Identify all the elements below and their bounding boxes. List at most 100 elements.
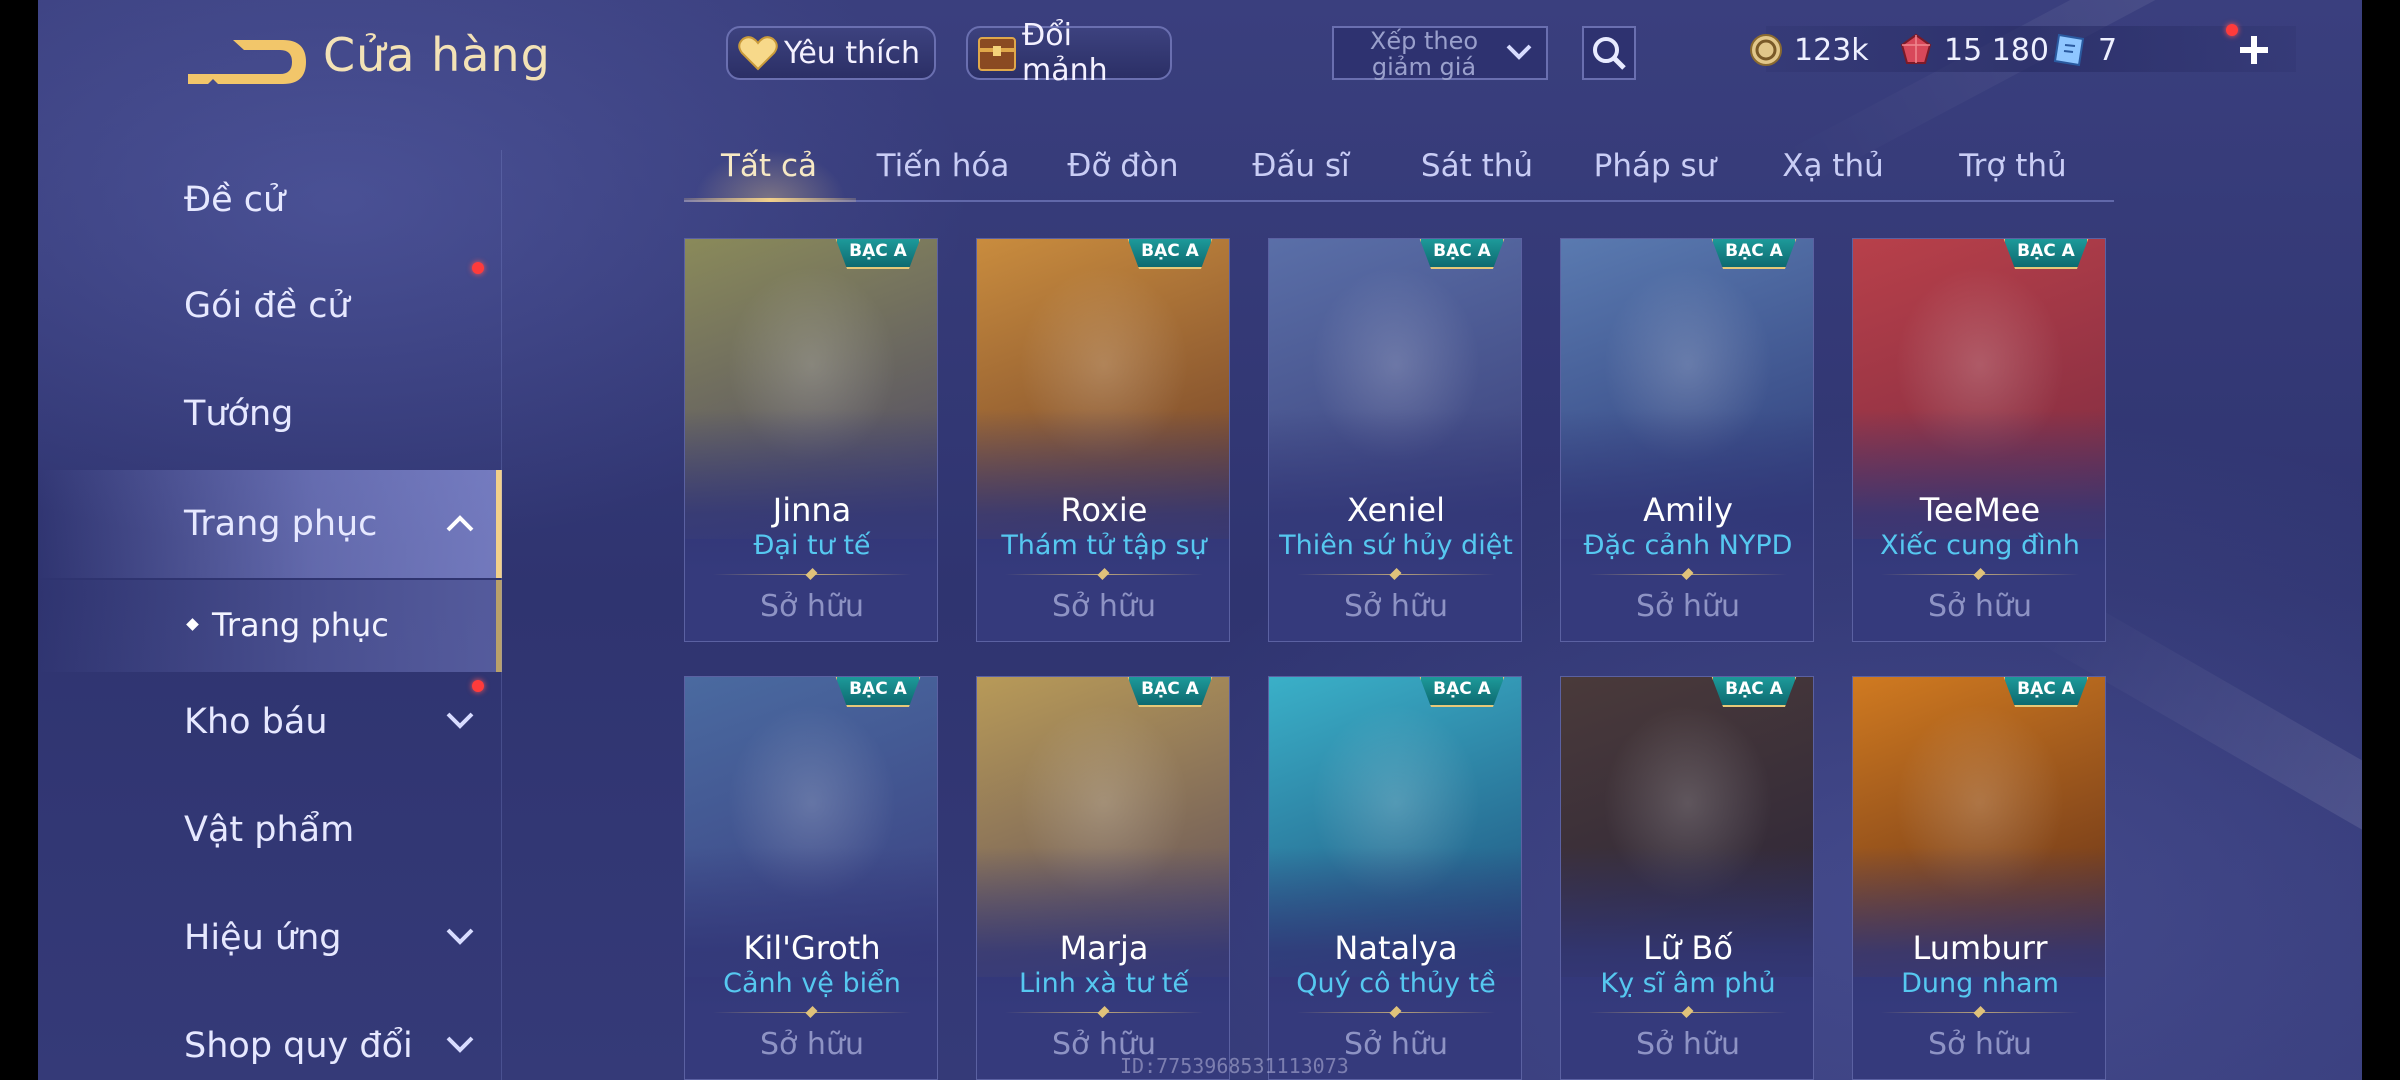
back-button[interactable] — [188, 32, 318, 92]
sidebar-item-exchange-shop[interactable]: Shop quy đổi — [38, 996, 502, 1080]
skin-name: Cảnh vệ biển — [723, 968, 901, 999]
sidebar: Đề cử Gói đề cử Tướng Trang phục Trang p… — [38, 150, 502, 1080]
sidebar-item-label: Trang phục — [184, 504, 378, 544]
rank-badge: BẠC A — [835, 677, 921, 707]
rank-badge: BẠC A — [1419, 677, 1505, 707]
owned-status: Sở hữu — [1928, 1027, 2032, 1062]
rank-badge: BẠC A — [2003, 677, 2089, 707]
chevron-down-icon — [1506, 44, 1532, 60]
skin-card[interactable]: BẠC A Marja Linh xà tư tế Sở hữu — [976, 676, 1230, 1080]
sidebar-item-effects[interactable]: Hiệu ứng — [38, 888, 502, 988]
hero-name: Natalya — [1334, 929, 1458, 967]
skin-name: Kỵ sĩ âm phủ — [1600, 968, 1776, 999]
gold-amount: 123k — [1794, 32, 1869, 68]
skin-name: Thám tử tập sự — [1001, 530, 1207, 561]
shard-exchange-button[interactable]: Đổi mảnh — [966, 18, 1172, 88]
rank-badge: BẠC A — [1711, 677, 1797, 707]
sidebar-item-label: Shop quy đổi — [184, 1026, 413, 1066]
skin-card[interactable]: BẠC A Roxie Thám tử tập sự Sở hữu — [976, 238, 1230, 642]
sidebar-item-treasure[interactable]: Kho báu — [38, 672, 502, 772]
shop-screen: Cửa hàng Yêu thích Đổi mảnh Xếp theo giả… — [38, 0, 2362, 1080]
owned-status: Sở hữu — [760, 1027, 864, 1062]
skin-card[interactable]: BẠC A Kil'Groth Cảnh vệ biển Sở hữu — [684, 676, 938, 1080]
sidebar-item-heroes[interactable]: Tướng — [38, 364, 502, 464]
favorites-button[interactable]: Yêu thích — [726, 26, 936, 80]
heart-icon — [736, 31, 780, 75]
sidebar-item-label: Gói đề cử — [184, 286, 350, 326]
tabs-divider — [684, 200, 2114, 202]
sort-dropdown[interactable]: Xếp theo giảm giá — [1332, 26, 1548, 80]
owned-status: Sở hữu — [1928, 589, 2032, 624]
skin-name: Quý cô thủy tề — [1296, 968, 1496, 999]
skin-card[interactable]: BẠC A TeeMee Xiếc cung đình Sở hữu — [1852, 238, 2106, 642]
add-currency-button[interactable] — [2230, 26, 2278, 74]
chevron-down-icon — [446, 712, 474, 729]
skin-card[interactable]: BẠC A Natalya Quý cô thủy tề Sở hữu — [1268, 676, 1522, 1080]
hero-name: Lumburr — [1912, 929, 2048, 967]
skin-card[interactable]: BẠC A Jinna Đại tư tế Sở hữu — [684, 238, 938, 642]
search-button[interactable] — [1582, 26, 1636, 80]
notification-dot — [472, 680, 484, 692]
sidebar-item-label: Hiệu ứng — [184, 918, 342, 958]
notification-dot — [472, 262, 484, 274]
skin-card[interactable]: BẠC A Xeniel Thiên sứ hủy diệt Sở hữu — [1268, 238, 1522, 642]
bullet-icon — [186, 618, 199, 631]
chevron-down-icon — [446, 928, 474, 945]
sidebar-item-recommended[interactable]: Đề cử — [38, 150, 502, 250]
rank-badge: BẠC A — [1711, 239, 1797, 269]
tab-mage[interactable]: Pháp sư — [1580, 148, 1730, 184]
hero-name: Lữ Bố — [1643, 929, 1733, 967]
sidebar-item-label: Đề cử — [184, 180, 286, 220]
skin-card[interactable]: BẠC A Amily Đặc cảnh NYPD Sở hữu — [1560, 238, 1814, 642]
tab-active-underline — [684, 198, 856, 202]
shard-exchange-label: Đổi mảnh — [1022, 18, 1108, 88]
owned-status: Sở hữu — [1636, 589, 1740, 624]
tab-assassin[interactable]: Sát thủ — [1402, 148, 1552, 184]
chevron-down-icon — [446, 1036, 474, 1053]
rank-badge: BẠC A — [835, 239, 921, 269]
rank-badge: BẠC A — [1127, 677, 1213, 707]
sidebar-item-label: Kho báu — [184, 702, 328, 742]
skin-name: Xiếc cung đình — [1880, 530, 2080, 561]
ticket-icon — [2050, 30, 2090, 70]
hero-name: Roxie — [1060, 491, 1148, 529]
ticket-currency: 7 — [2050, 30, 2117, 70]
gem-currency: 15 180 — [1896, 30, 2049, 70]
tab-evolution[interactable]: Tiến hóa — [868, 148, 1018, 184]
page-title: Cửa hàng — [323, 28, 551, 82]
category-tabs: Tất cả Tiến hóa Đỡ đòn Đấu sĩ Sát thủ Ph… — [684, 140, 2114, 204]
back-arrow-icon — [188, 40, 306, 84]
tab-all[interactable]: Tất cả — [694, 148, 844, 184]
hero-name: Kil'Groth — [743, 929, 881, 967]
owned-status: Sở hữu — [1636, 1027, 1740, 1062]
skin-name: Linh xà tư tế — [1019, 968, 1189, 999]
hero-name: Marja — [1059, 929, 1149, 967]
skin-name: Đại tư tế — [753, 530, 871, 561]
sidebar-item-items[interactable]: Vật phẩm — [38, 780, 502, 880]
skin-card[interactable]: BẠC A Lumburr Dung nham Sở hữu — [1852, 676, 2106, 1080]
tab-tank[interactable]: Đỡ đòn — [1048, 148, 1198, 184]
tab-marksman[interactable]: Xạ thủ — [1758, 148, 1908, 184]
sidebar-item-recommended-packs[interactable]: Gói đề cử — [38, 256, 502, 356]
sidebar-subitem-skins[interactable]: Trang phục — [38, 580, 502, 672]
skin-card[interactable]: BẠC A Lữ Bố Kỵ sĩ âm phủ Sở hữu — [1560, 676, 1814, 1080]
notification-dot — [2226, 24, 2238, 36]
tab-fighter[interactable]: Đấu sĩ — [1226, 148, 1376, 184]
sidebar-subitem-label: Trang phục — [212, 606, 389, 644]
watermark-id: ID:7753968531113073 — [1120, 1054, 1349, 1078]
tab-support[interactable]: Trợ thủ — [1938, 148, 2088, 184]
sidebar-item-label: Vật phẩm — [184, 810, 355, 850]
hero-name: Xeniel — [1347, 491, 1445, 529]
owned-status: Sở hữu — [1052, 589, 1156, 624]
sidebar-item-label: Tướng — [184, 394, 294, 434]
owned-status: Sở hữu — [1344, 589, 1448, 624]
chevron-up-icon — [446, 515, 474, 532]
sidebar-item-skins[interactable]: Trang phục — [38, 470, 502, 578]
plus-icon — [2240, 36, 2268, 64]
skin-name: Thiên sứ hủy diệt — [1279, 530, 1513, 561]
hero-name: Amily — [1643, 491, 1733, 529]
search-icon — [1593, 37, 1626, 70]
rank-badge: BẠC A — [2003, 239, 2089, 269]
ticket-amount: 7 — [2098, 32, 2118, 68]
skin-name: Dung nham — [1901, 968, 2059, 999]
